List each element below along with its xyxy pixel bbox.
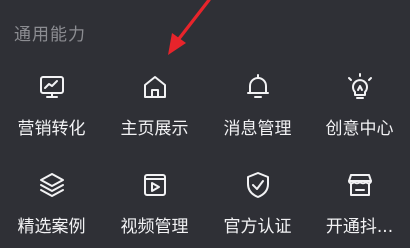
- capability-item-homepage-display[interactable]: 主页展示: [103, 62, 206, 160]
- capability-item-official-verification[interactable]: 官方认证: [206, 160, 309, 248]
- capability-label: 视频管理: [120, 217, 189, 237]
- capability-label: 主页展示: [120, 119, 189, 139]
- capability-item-creative-center[interactable]: 创意中心: [309, 62, 410, 160]
- capability-item-message-management[interactable]: 消息管理: [206, 62, 309, 160]
- capability-item-marketing-conversion[interactable]: 营销转化: [0, 62, 103, 160]
- capability-item-video-management[interactable]: 视频管理: [103, 160, 206, 248]
- capability-label: 消息管理: [223, 119, 292, 139]
- home-icon: [138, 70, 172, 104]
- capabilities-panel: 通用能力 营销转化 主页展示 消息管理 创意中心 精选案例 视频管理 官方认证 …: [0, 0, 410, 248]
- section-title: 通用能力: [14, 25, 86, 45]
- capability-label: 创意中心: [325, 119, 394, 139]
- capability-label: 开通抖...: [325, 217, 394, 237]
- capability-item-featured-cases[interactable]: 精选案例: [0, 160, 103, 248]
- capability-grid: 营销转化 主页展示 消息管理 创意中心 精选案例 视频管理 官方认证 开通抖..…: [0, 62, 410, 248]
- bell-icon: [241, 70, 275, 104]
- lightbulb-icon: [343, 70, 377, 104]
- capability-label: 官方认证: [223, 217, 292, 237]
- capability-label: 营销转化: [17, 119, 86, 139]
- capability-label: 精选案例: [17, 217, 86, 237]
- video-icon: [138, 168, 172, 202]
- chart-monitor-icon: [35, 70, 69, 104]
- store-icon: [343, 168, 377, 202]
- layers-icon: [35, 168, 69, 202]
- capability-item-open-douyin[interactable]: 开通抖...: [309, 160, 410, 248]
- shield-check-icon: [241, 168, 275, 202]
